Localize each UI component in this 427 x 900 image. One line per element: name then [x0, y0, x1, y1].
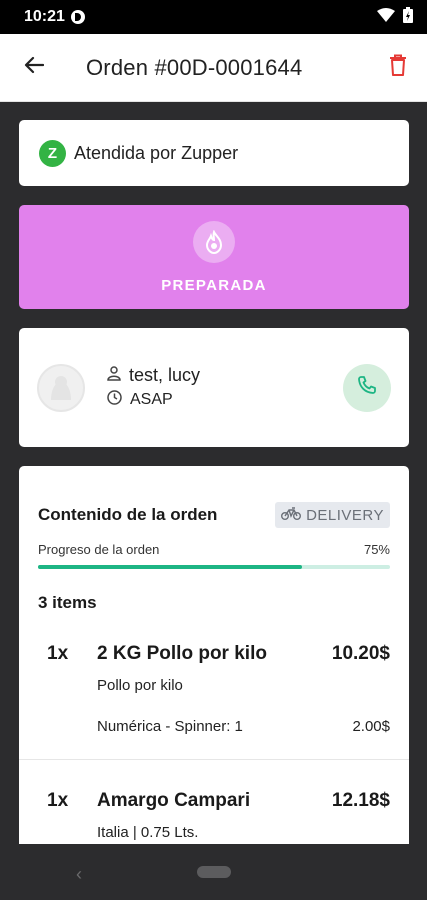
attended-card: Z Atendida por Zupper [19, 120, 409, 186]
delivery-badge: DELIVERY [275, 502, 390, 528]
attended-by-text: Atendida por Zupper [74, 142, 239, 163]
order-progress-fill [38, 565, 302, 569]
item-name: 2 KG Pollo por kilo [97, 643, 267, 664]
arrow-back-icon [24, 56, 45, 79]
delivery-time: ASAP [130, 391, 173, 408]
item-price: 12.18$ [331, 790, 390, 811]
wifi-icon [377, 7, 395, 27]
zupper-logo-icon: Z [39, 139, 66, 167]
status-time: 10:21 [24, 8, 65, 25]
list-item[interactable]: 1x Amargo Campari 12.18$ Italia | 0.75 L… [38, 790, 390, 841]
system-nav-bar: ‹ [0, 844, 427, 900]
list-item[interactable]: 1x 2 KG Pollo por kilo 10.20$ Pollo por … [19, 643, 409, 760]
order-contents-card: Contenido de la orden DELIVERY Progreso … [19, 466, 409, 844]
call-button[interactable] [343, 363, 391, 412]
item-description: Italia | 0.75 Lts. [97, 824, 199, 841]
order-status-card[interactable]: PREPARADA [19, 205, 409, 309]
zupper-logo-letter: Z [47, 144, 58, 162]
bicycle-icon [281, 506, 302, 524]
nav-back-icon[interactable]: ‹ [76, 864, 82, 885]
clock-icon [107, 390, 122, 410]
divider [19, 759, 409, 760]
flame-icon [193, 220, 235, 263]
back-button[interactable] [0, 34, 68, 102]
phone-icon [357, 375, 377, 400]
delivery-badge-label: DELIVERY [306, 506, 384, 524]
order-status-label: PREPARADA [161, 276, 267, 294]
status-bar: 10:21 [0, 0, 427, 34]
customer-card: test, lucy ASAP [19, 328, 409, 447]
nav-home-pill[interactable] [197, 866, 231, 878]
item-option-label: Numérica - Spinner: 1 [97, 718, 243, 735]
item-quantity: 1x [47, 643, 69, 664]
progress-label: Progreso de la orden [38, 542, 160, 557]
notification-app-icon [70, 10, 85, 24]
app-bar: Orden #00D-0001644 [0, 34, 427, 102]
order-progress-bar [38, 565, 390, 569]
item-option-price: 2.00$ [352, 718, 390, 735]
item-price: 10.20$ [331, 643, 390, 664]
page-title: Orden #00D-0001644 [86, 54, 303, 80]
delete-order-button[interactable] [369, 34, 427, 102]
person-icon [107, 365, 121, 386]
progress-percent: 75% [363, 542, 390, 557]
order-contents-title: Contenido de la orden [38, 505, 218, 524]
items-count: 3 items [38, 593, 97, 612]
battery-icon [403, 6, 413, 28]
item-option: Numérica - Spinner: 1 2.00$ [97, 718, 390, 735]
item-description: Pollo por kilo [97, 677, 183, 694]
customer-name: test, lucy [129, 365, 201, 385]
item-name: Amargo Campari [97, 790, 251, 811]
item-quantity: 1x [47, 790, 69, 811]
avatar [37, 363, 85, 412]
trash-icon [389, 54, 407, 81]
